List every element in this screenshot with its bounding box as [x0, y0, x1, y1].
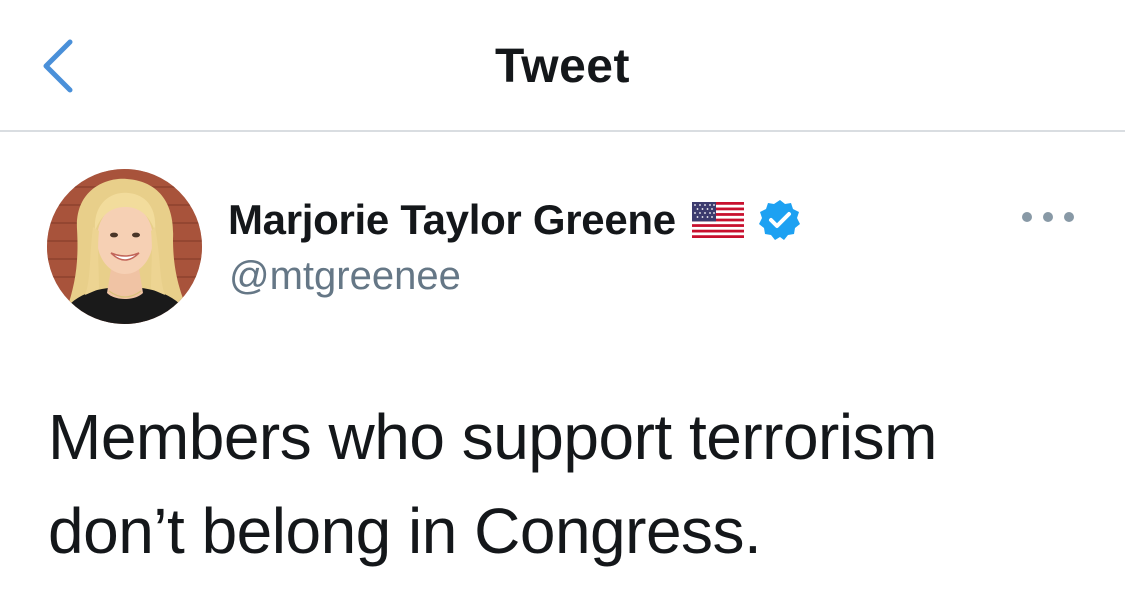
page-title: Tweet: [495, 40, 630, 93]
verified-badge-icon: [758, 200, 800, 240]
more-options-button[interactable]: [1022, 202, 1074, 232]
more-horizontal-icon-dot: [1064, 212, 1074, 222]
tweet-text: Members who support terrorism don’t belo…: [48, 401, 937, 567]
us-flag-icon: [691, 202, 744, 238]
more-horizontal-icon: [1022, 212, 1032, 222]
author-name-row: Marjorie Taylor Greene: [228, 194, 802, 246]
avatar[interactable]: [47, 169, 202, 324]
tweet-header: Marjorie Taylor Greene @mtgreenee: [0, 132, 1125, 362]
more-horizontal-icon-dot: [1043, 212, 1053, 222]
author-display-name[interactable]: Marjorie Taylor Greene: [228, 196, 676, 244]
profile-photo: [47, 169, 202, 324]
author-handle[interactable]: @mtgreenee: [229, 252, 461, 300]
navigation-bar: Tweet: [0, 0, 1125, 132]
